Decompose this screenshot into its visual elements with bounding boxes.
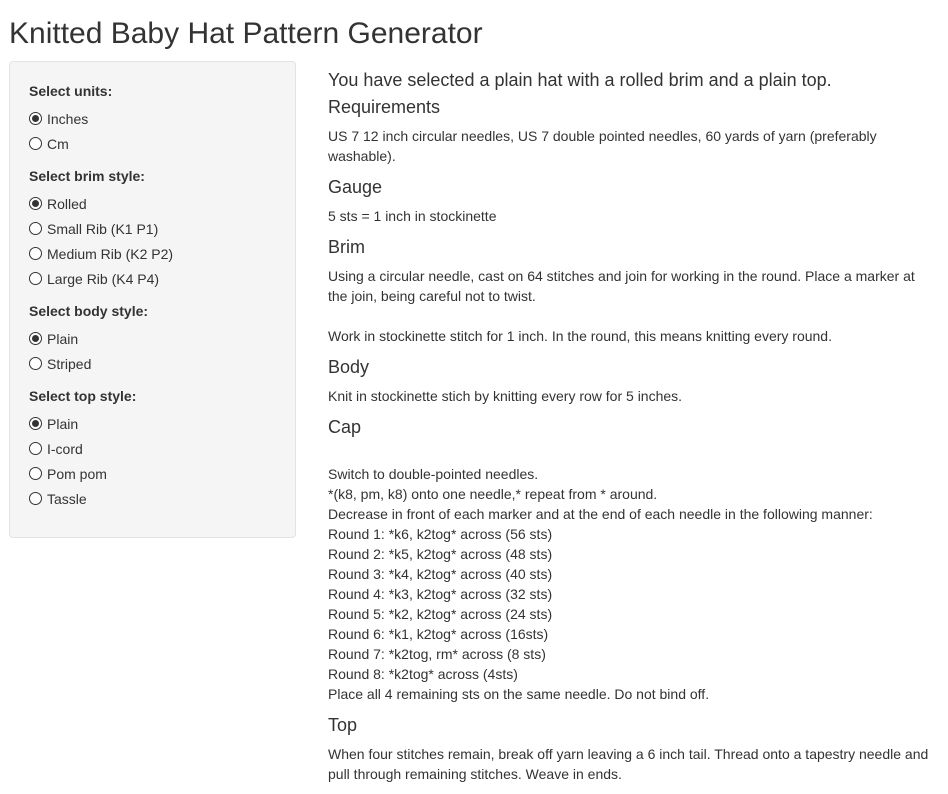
option-label: I-cord bbox=[47, 440, 83, 457]
radio-unchecked-icon[interactable] bbox=[29, 442, 42, 455]
pattern-output: You have selected a plain hat with a rol… bbox=[328, 68, 938, 794]
radio-checked-icon[interactable] bbox=[29, 112, 42, 125]
body-option-striped[interactable]: Striped bbox=[29, 351, 276, 376]
cap-line: Round 4: *k3, k2tog* across (32 sts) bbox=[328, 586, 553, 602]
cap-line: Round 7: *k2tog, rm* across (8 sts) bbox=[328, 646, 546, 662]
option-label: Tassle bbox=[47, 490, 87, 507]
cap-line: Round 2: *k5, k2tog* across (48 sts) bbox=[328, 546, 553, 562]
option-label: Large Rib (K4 P4) bbox=[47, 270, 160, 287]
option-label: Medium Rib (K2 P2) bbox=[47, 245, 174, 262]
radio-checked-icon[interactable] bbox=[29, 332, 42, 345]
body-text: Knit in stockinette stich by knitting ev… bbox=[328, 388, 683, 404]
units-label: Select units: bbox=[29, 83, 113, 99]
brim-text-stockinette: Work in stockinette stitch for 1 inch. I… bbox=[328, 328, 832, 344]
brim-group: Select brim style: Rolled Small Rib (K1 … bbox=[29, 166, 276, 291]
brim-option-rolled[interactable]: Rolled bbox=[29, 191, 276, 216]
gauge-heading: Gauge bbox=[328, 177, 383, 197]
units-group: Select units: Inches Cm bbox=[29, 81, 276, 156]
option-label: Plain bbox=[47, 415, 79, 432]
option-label: Small Rib (K1 P1) bbox=[47, 220, 159, 237]
cap-instructions: Switch to double-pointed needles. *(k8, … bbox=[328, 464, 938, 704]
page-title: Knitted Baby Hat Pattern Generator bbox=[9, 17, 483, 50]
top-option-plain[interactable]: Plain bbox=[29, 411, 276, 436]
cap-line: *(k8, pm, k8) onto one needle,* repeat f… bbox=[328, 486, 658, 502]
radio-unchecked-icon[interactable] bbox=[29, 247, 42, 260]
body-label: Select body style: bbox=[29, 303, 149, 319]
top-option-i-cord[interactable]: I-cord bbox=[29, 436, 276, 461]
units-option-cm[interactable]: Cm bbox=[29, 131, 276, 156]
top-text: When four stitches remain, break off yar… bbox=[328, 746, 929, 782]
gauge-text: 5 sts = 1 inch in stockinette bbox=[328, 208, 497, 224]
radio-unchecked-icon[interactable] bbox=[29, 272, 42, 285]
units-option-inches[interactable]: Inches bbox=[29, 106, 276, 131]
radio-unchecked-icon[interactable] bbox=[29, 222, 42, 235]
requirements-heading: Requirements bbox=[328, 97, 441, 117]
cap-line: Switch to double-pointed needles. bbox=[328, 466, 539, 482]
option-label: Pom pom bbox=[47, 465, 107, 482]
option-label: Cm bbox=[47, 135, 69, 152]
brim-option-small-rib[interactable]: Small Rib (K1 P1) bbox=[29, 216, 276, 241]
options-panel: Select units: Inches Cm Select brim styl… bbox=[9, 61, 296, 538]
body-group: Select body style: Plain Striped bbox=[29, 301, 276, 376]
option-label: Inches bbox=[47, 110, 89, 127]
top-option-pom-pom[interactable]: Pom pom bbox=[29, 461, 276, 486]
radio-unchecked-icon[interactable] bbox=[29, 357, 42, 370]
cap-line: Decrease in front of each marker and at … bbox=[328, 506, 873, 522]
brim-label: Select brim style: bbox=[29, 168, 145, 184]
requirements-text: US 7 12 inch circular needles, US 7 doub… bbox=[328, 128, 877, 164]
cap-line: Round 3: *k4, k2tog* across (40 sts) bbox=[328, 566, 553, 582]
cap-line: Place all 4 remaining sts on the same ne… bbox=[328, 686, 710, 702]
cap-heading: Cap bbox=[328, 417, 362, 437]
cap-line: Round 8: *k2tog* across (4sts) bbox=[328, 666, 518, 682]
top-label: Select top style: bbox=[29, 388, 137, 404]
brim-heading: Brim bbox=[328, 237, 365, 257]
radio-checked-icon[interactable] bbox=[29, 197, 42, 210]
radio-unchecked-icon[interactable] bbox=[29, 137, 42, 150]
option-label: Plain bbox=[47, 330, 79, 347]
option-label: Rolled bbox=[47, 195, 87, 212]
option-label: Striped bbox=[47, 355, 92, 372]
selection-summary: You have selected a plain hat with a rol… bbox=[328, 70, 832, 90]
cap-line: Round 6: *k1, k2tog* across (16sts) bbox=[328, 626, 549, 642]
brim-option-large-rib[interactable]: Large Rib (K4 P4) bbox=[29, 266, 276, 291]
top-option-tassle[interactable]: Tassle bbox=[29, 486, 276, 511]
body-option-plain[interactable]: Plain bbox=[29, 326, 276, 351]
brim-option-medium-rib[interactable]: Medium Rib (K2 P2) bbox=[29, 241, 276, 266]
top-heading: Top bbox=[328, 715, 358, 735]
radio-unchecked-icon[interactable] bbox=[29, 467, 42, 480]
radio-checked-icon[interactable] bbox=[29, 417, 42, 430]
cap-line: Round 5: *k2, k2tog* across (24 sts) bbox=[328, 606, 553, 622]
top-group: Select top style: Plain I-cord Pom pom T… bbox=[29, 386, 276, 511]
cap-line: Round 1: *k6, k2tog* across (56 sts) bbox=[328, 526, 553, 542]
body-heading: Body bbox=[328, 357, 370, 377]
radio-unchecked-icon[interactable] bbox=[29, 492, 42, 505]
brim-text-cast-on: Using a circular needle, cast on 64 stit… bbox=[328, 268, 915, 304]
